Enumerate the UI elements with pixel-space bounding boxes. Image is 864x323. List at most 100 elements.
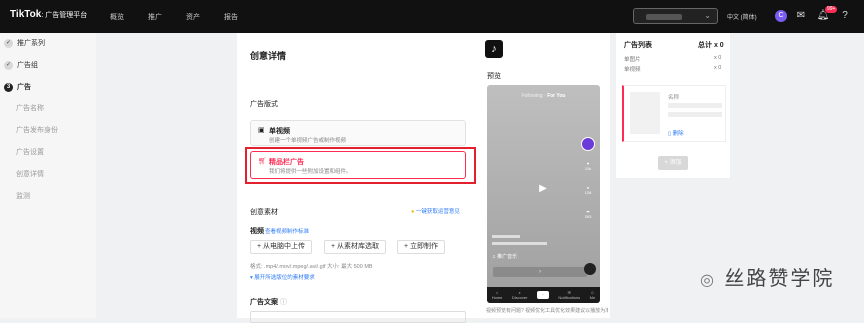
share-count: 263 [584,214,592,219]
expand-requirements-link[interactable]: ▾ 展开所选版位的素材要求 [250,273,315,281]
inbox-tab-icon: ✉ Notifications [558,290,581,300]
watermark: ◎ 丝路赞学院 [700,262,834,291]
account-selector[interactable]: ⌄ [633,8,718,24]
check-icon: ✓ [4,38,13,48]
page-title: 创意详情 [250,51,287,61]
ad-text-input[interactable] [250,311,466,323]
nav-campaign[interactable]: 推广 [148,12,162,22]
ad-type-label: 单视频 [624,67,641,73]
home-icon: ⌂ Home [491,290,503,300]
language-selector[interactable]: 中文 (简体) [727,12,757,21]
discover-icon: ⌕ Discover [511,290,528,300]
profile-avatar [581,137,595,151]
play-icon: ▶ [539,183,547,194]
caption-line [492,242,547,245]
sidebar-item-ad-name[interactable]: 广告名称 [16,103,44,113]
ad-list-panel: 广告列表 总计 x 0 单图片 x 0 单视频 x 0 名称 ▯ 删除 + 添加 [616,33,730,178]
add-ad-button[interactable]: + 添加 [658,156,688,170]
ad-list-title: 广告列表 [624,42,652,49]
ops-advice-link[interactable]: ● 一键获取运营意见 [411,207,460,215]
nav-assets[interactable]: 资产 [186,12,200,22]
sidebar-step-campaign[interactable]: ✓ 推广系列 [4,38,45,48]
cart-icon: 🛒︎ [258,158,267,165]
me-label: Me [589,295,596,300]
ad-list-total: 总计 x 0 [698,42,724,49]
phone-feed-tabs: Following · For You [521,93,566,99]
format-option-showcase-ad[interactable]: 🛒︎ 精品栏广告 我们将提供一些附加设置和组件。 [250,151,466,179]
tab-for-you: For You [547,93,566,99]
music-disc-icon [584,263,596,275]
video-format-icon: ▣ [258,127,265,134]
info-icon: ⓘ [279,299,287,306]
watermark-text: 丝路赞学院 [724,266,835,290]
sidebar-item-tracking[interactable]: 监测 [16,191,30,201]
delete-label: 删除 [672,131,684,137]
ops-advice-text: 一键获取运营意见 [415,209,460,215]
comment-icon: ● 128 [584,185,592,195]
sidebar-item-identity[interactable]: 广告发布身份 [16,125,58,135]
format-option-single-video[interactable]: ▣ 单视频 创建一个单视频广告或制作视频 [250,120,466,146]
step-number: 3 [4,82,13,92]
video-label: 视频 [250,228,264,235]
creative-material-label: 创意素材 [250,209,278,216]
select-from-library-button[interactable]: + 从素材库选取 [324,240,387,254]
preview-label: 预览 [487,73,501,80]
share-icon: ➦ 263 [584,209,592,219]
inbox-icon[interactable]: ✉ [794,9,808,23]
ad-text-label: 广告文案 ⓘ [250,297,287,307]
home-label: Home [491,295,503,300]
check-icon: ✓ [4,60,13,70]
ad-name-label: 名称 [668,95,680,101]
cta-button: › [493,267,587,277]
format-desc: 我们将提供一些附加设置和组件。 [269,169,352,175]
ad-name-placeholder [668,112,722,117]
create-plus-icon: + [536,291,549,299]
avatar[interactable]: C [775,10,787,22]
me-icon: ☺ Me [589,290,596,300]
trash-icon: ▯ [668,131,672,137]
discover-label: Discover [511,295,528,300]
tiktok-logo[interactable]: TikTok: 广告管理平台 [10,9,87,20]
preview-panel: ♪ 预览 Following · For You ▶ ♥ 11k ● 128 ➦ 26… [478,33,610,318]
notification-badge: 99+ [825,6,838,13]
notifications-label: Notifications [558,295,581,300]
sidebar-step-adgroup[interactable]: ✓ 广告组 [4,60,38,70]
sidebar-item-ad-settings[interactable]: 广告设置 [16,147,44,157]
like-icon: ♥ 11k [584,161,592,171]
nav-reports[interactable]: 报告 [224,12,238,22]
sidebar-step-label: 广告组 [17,62,38,69]
bulb-icon: ● [411,209,415,215]
ad-type-label: 单图片 [624,57,641,63]
creative-details-panel: 创意详情 广告版式 ▣ 单视频 创建一个单视频广告或制作视频 🛒︎ 精品栏广告 … [237,33,478,323]
video-standard-link[interactable]: 查看视频制作标准 [265,227,309,235]
ad-text-label-text: 广告文案 [250,299,278,306]
top-navigation-bar: TikTok: 广告管理平台 概览 推广 资产 报告 ⌄ 中文 (简体) C ✉… [0,0,864,33]
account-name-redacted [646,14,682,20]
help-icon[interactable]: ? [838,9,852,23]
like-count: 11k [584,166,592,171]
nav-overview[interactable]: 概览 [110,12,124,22]
chevron-down-icon: ⌄ [704,11,711,20]
ad-name-placeholder [668,103,722,108]
delete-ad-link[interactable]: ▯ 删除 [668,129,684,137]
tiktok-icon: ♪ [485,40,503,58]
ad-type-count: x 0 [714,65,722,71]
comment-count: 128 [584,190,592,195]
sidebar-step-label: 推广系列 [17,40,45,47]
caption-line [492,235,520,238]
ad-thumbnail [630,92,660,134]
sidebar: ✓ 推广系列 ✓ 广告组 3 广告 广告名称 广告发布身份 广告设置 创意详情 监测 [0,33,96,318]
upload-from-computer-button[interactable]: + 从电脑中上传 [250,240,313,254]
format-title: 单视频 [269,128,290,135]
create-now-button[interactable]: + 立即制作 [397,240,446,254]
ad-list-item[interactable]: 名称 ▯ 删除 [622,85,726,142]
phone-preview: Following · For You ▶ ♥ 11k ● 128 ➦ 263 ♫ 推… [487,85,600,303]
sidebar-step-ad[interactable]: 3 广告 [4,82,31,92]
format-title: 精品栏广告 [269,159,304,166]
ad-format-label: 广告版式 [250,101,278,108]
tab-following: Following [521,93,543,99]
phone-bottom-bar: ⌂ Home ⌕ Discover + ✉ Notifications ☺ Me [487,287,600,303]
sidebar-item-creative-details[interactable]: 创意详情 [16,169,44,179]
music-label: ♫ 推广音乐 [492,254,518,260]
preview-footer-note: 视频预览有问题? 视频优化工具优化效果建议以播放为准 [486,308,608,314]
